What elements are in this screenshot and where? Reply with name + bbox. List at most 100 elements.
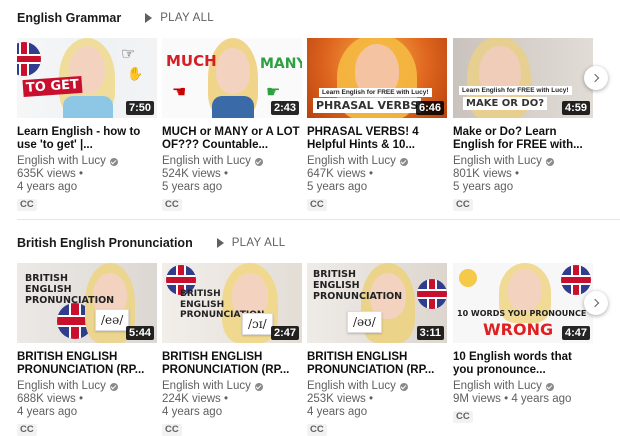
thumbnail-caption: BRITISH ENGLISH PRONUNCIATION <box>25 273 115 306</box>
play-icon <box>216 238 224 248</box>
cc-badge: CC <box>307 424 327 436</box>
video-title[interactable]: BRITISH ENGLISH PRONUNCIATION (RP... <box>307 351 447 376</box>
video-card[interactable]: TO GET ☞ ✋ 7:50 Learn English - how to u… <box>17 38 157 212</box>
pointing-hand-icon: ☛ <box>266 84 281 101</box>
thumbnail-ribbon: Learn English for FREE with Lucy! <box>459 86 572 95</box>
video-thumbnail[interactable]: TO GET ☞ ✋ 7:50 <box>17 38 157 118</box>
shelf-title[interactable]: English Grammar <box>17 11 121 25</box>
channel-name-row[interactable]: English with Lucy <box>307 155 447 168</box>
phoneme-symbol: /əʊ/ <box>347 311 382 333</box>
video-thumbnail[interactable]: 10 WORDS YOU PRONOUNCE WRONG 4:47 <box>453 263 593 343</box>
view-count: 635K views • <box>17 168 84 180</box>
thumbnail-caption-much: MUCH <box>166 52 217 70</box>
next-shelf-button[interactable] <box>584 291 608 315</box>
upload-age: 5 years ago <box>453 181 514 193</box>
video-duration: 2:43 <box>270 101 299 115</box>
video-card[interactable]: MUCH MANY ☚ ☛ 2:43 MUCH or MANY or A LOT… <box>162 38 302 212</box>
view-count: 647K views • <box>307 168 374 180</box>
video-thumbnail[interactable]: BRITISH ENGLISH PRONUNCIATION /ɔɪ/ 2:47 <box>162 263 302 343</box>
phoneme-symbol: /eə/ <box>95 309 130 331</box>
video-duration: 4:59 <box>561 101 590 115</box>
play-icon <box>145 13 153 23</box>
video-title[interactable]: Make or Do? Learn English for FREE with.… <box>453 126 593 151</box>
video-card[interactable]: Learn English for FREE with Lucy! MAKE O… <box>453 38 593 212</box>
shelf-title[interactable]: British English Pronunciation <box>17 236 193 250</box>
view-count: 688K views • <box>17 393 84 405</box>
channel-name[interactable]: English with Lucy <box>162 380 251 393</box>
video-title[interactable]: MUCH or MANY or A LOT OF??? Countable... <box>162 126 302 151</box>
video-thumbnail[interactable]: BRITISH ENGLISH PRONUNCIATION /əʊ/ 3:11 <box>307 263 447 343</box>
channel-name-row[interactable]: English with Lucy <box>17 155 157 168</box>
video-duration: 2:47 <box>270 326 299 340</box>
next-shelf-button[interactable] <box>584 66 608 90</box>
hand-icon: ✋ <box>127 66 144 81</box>
view-count: 224K views • <box>162 393 229 405</box>
channel-name[interactable]: English with Lucy <box>17 155 106 168</box>
channel-name-row[interactable]: English with Lucy <box>307 380 447 393</box>
channel-name[interactable]: English with Lucy <box>17 380 106 393</box>
play-all-label: PLAY ALL <box>160 12 214 24</box>
video-title[interactable]: Learn English - how to use 'to get' |... <box>17 126 157 151</box>
channel-name[interactable]: English with Lucy <box>307 155 396 168</box>
cc-badge: CC <box>162 424 182 436</box>
verified-check-icon <box>545 157 554 166</box>
upload-age: 4 years ago <box>17 406 78 418</box>
cc-badge: CC <box>453 199 473 211</box>
verified-check-icon <box>399 157 408 166</box>
video-duration: 5:44 <box>125 326 154 340</box>
chevron-right-icon <box>590 298 600 308</box>
video-card[interactable]: Learn English for FREE with Lucy! PHRASA… <box>307 38 447 212</box>
uk-flag-icon <box>561 265 591 295</box>
channel-name[interactable]: English with Lucy <box>453 380 542 393</box>
video-duration: 7:50 <box>125 101 154 115</box>
play-all-button[interactable]: PLAY ALL <box>216 237 286 249</box>
cc-badge: CC <box>162 199 182 211</box>
play-all-button[interactable]: PLAY ALL <box>145 12 214 24</box>
channel-name-row[interactable]: English with Lucy <box>162 380 302 393</box>
video-card[interactable]: BRITISH ENGLISH PRONUNCIATION /eə/ 5:44 … <box>17 263 157 436</box>
video-thumbnail[interactable]: BRITISH ENGLISH PRONUNCIATION /eə/ 5:44 <box>17 263 157 343</box>
channel-name[interactable]: English with Lucy <box>162 155 251 168</box>
video-duration: 6:46 <box>415 101 444 115</box>
play-all-label: PLAY ALL <box>231 237 286 249</box>
cc-badge: CC <box>17 199 37 211</box>
channel-name-row[interactable]: English with Lucy <box>453 155 593 168</box>
video-duration: 4:47 <box>561 326 590 340</box>
shelf-divider <box>17 219 620 220</box>
cc-badge: CC <box>17 424 37 436</box>
channel-name[interactable]: English with Lucy <box>453 155 542 168</box>
thumbnail-caption: 10 WORDS YOU PRONOUNCE <box>457 309 587 318</box>
phoneme-symbol: /ɔɪ/ <box>242 313 273 335</box>
upload-age: 5 years ago <box>307 181 368 193</box>
verified-check-icon <box>254 157 263 166</box>
thumbnail-ribbon: Learn English for FREE with Lucy! <box>319 88 432 97</box>
cc-badge: CC <box>307 199 327 211</box>
verified-check-icon <box>109 157 118 166</box>
channel-name-row[interactable]: English with Lucy <box>17 380 157 393</box>
view-count: 9M views • 4 years ago <box>453 393 572 405</box>
video-title[interactable]: 10 English words that you pronounce... <box>453 351 593 376</box>
verified-check-icon <box>545 382 554 391</box>
channel-name-row[interactable]: English with Lucy <box>162 155 302 168</box>
view-count: 524K views • <box>162 168 229 180</box>
video-title[interactable]: BRITISH ENGLISH PRONUNCIATION (RP... <box>162 351 302 376</box>
channel-name-row[interactable]: English with Lucy <box>453 380 593 393</box>
uk-flag-icon <box>417 279 447 309</box>
video-title[interactable]: PHRASAL VERBS! 4 Helpful Hints & 10... <box>307 126 447 151</box>
view-count: 253K views • <box>307 393 374 405</box>
video-card[interactable]: 10 WORDS YOU PRONOUNCE WRONG 4:47 10 Eng… <box>453 263 593 424</box>
video-thumbnail[interactable]: Learn English for FREE with Lucy! PHRASA… <box>307 38 447 118</box>
upload-age: 4 years ago <box>162 406 223 418</box>
upload-age: 4 years ago <box>17 181 78 193</box>
video-card[interactable]: BRITISH ENGLISH PRONUNCIATION /əʊ/ 3:11 … <box>307 263 447 436</box>
video-duration: 3:11 <box>416 326 444 340</box>
shelf-header: English Grammar PLAY ALL <box>17 9 214 27</box>
channel-name[interactable]: English with Lucy <box>307 380 396 393</box>
video-card[interactable]: BRITISH ENGLISH PRONUNCIATION /ɔɪ/ 2:47 … <box>162 263 302 436</box>
video-thumbnail[interactable]: MUCH MANY ☚ ☛ 2:43 <box>162 38 302 118</box>
video-title[interactable]: BRITISH ENGLISH PRONUNCIATION (RP... <box>17 351 157 376</box>
verified-check-icon <box>254 382 263 391</box>
pointing-hand-icon: ☚ <box>172 84 187 101</box>
video-thumbnail[interactable]: Learn English for FREE with Lucy! MAKE O… <box>453 38 593 118</box>
thumbnail-caption: MAKE OR DO? <box>463 97 548 110</box>
